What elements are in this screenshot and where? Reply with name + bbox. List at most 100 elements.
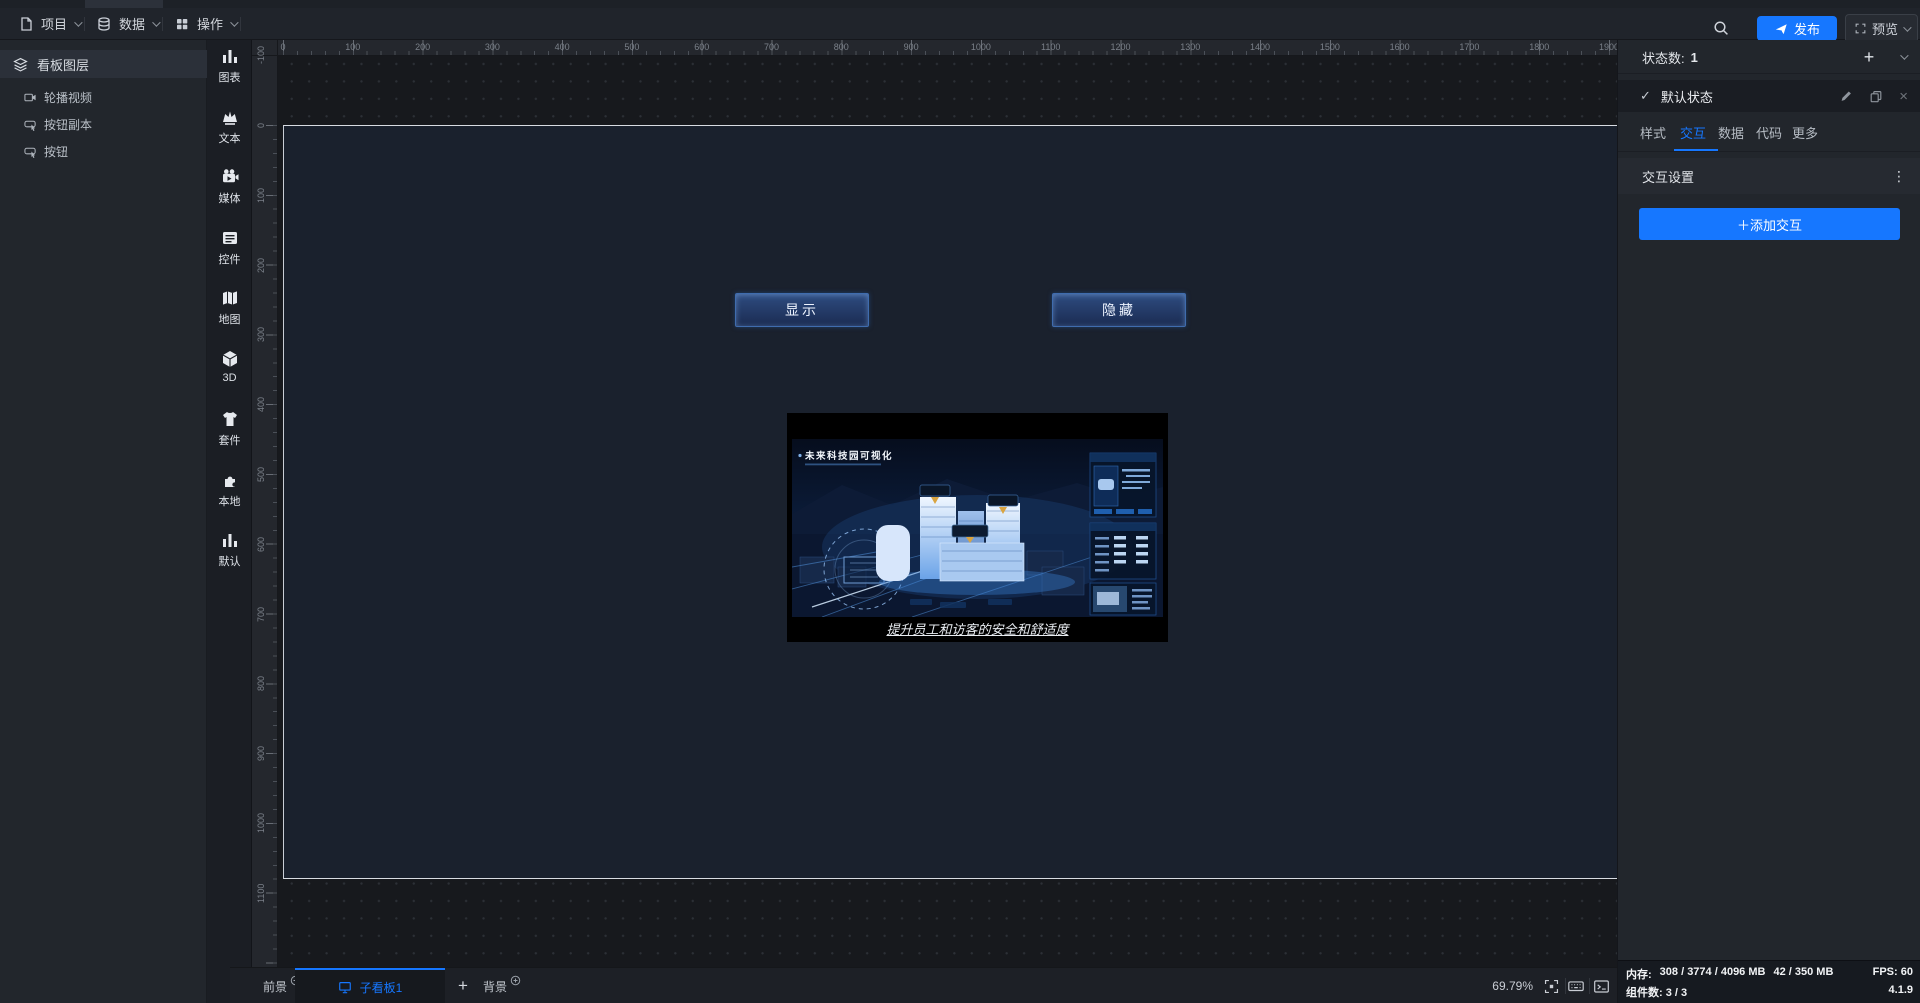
fit-view-icon <box>1543 978 1560 995</box>
ruler-label: 600 <box>694 42 709 52</box>
tab-style[interactable]: 样式 <box>1640 112 1666 152</box>
preview-button[interactable]: 预览 <box>1845 14 1918 43</box>
background-tab[interactable]: 背景 <box>483 968 521 1003</box>
horizontal-ruler: 0 100 200 300 400 500 600 700 800 900 10… <box>278 40 1617 56</box>
toolbar-item-local[interactable]: 本地 <box>207 470 252 516</box>
toolbar-item-label: 图表 <box>219 69 241 85</box>
ruler-label: 1300 <box>1180 42 1200 52</box>
toolbar-item-kits[interactable]: 套件 <box>207 409 252 455</box>
menu-project[interactable]: 项目 <box>18 8 80 39</box>
menu-divider <box>162 17 163 31</box>
copy-icon[interactable] <box>1869 89 1883 103</box>
video-caption[interactable]: 提升员工和访客的安全和舒适度 <box>787 619 1168 638</box>
menu-divider <box>240 17 241 31</box>
menu-actions-label: 操作 <box>197 14 223 33</box>
tab-interaction[interactable]: 交互 <box>1680 112 1706 152</box>
search-button[interactable] <box>1708 17 1734 39</box>
interaction-settings-header: 交互设置 <box>1618 158 1920 194</box>
active-tab-underline <box>1674 149 1718 151</box>
text-icon <box>220 107 240 127</box>
toolbar-item-widgets[interactable]: 控件 <box>207 228 252 274</box>
toolbar-item-charts[interactable]: 图表 <box>207 46 252 92</box>
toolbar-item-text[interactable]: 文本 <box>207 107 252 153</box>
widget-icon <box>220 228 240 248</box>
publish-label: 发布 <box>1794 19 1820 38</box>
ruler-label: 500 <box>254 454 268 494</box>
zoom-level[interactable]: 69.79% <box>1492 968 1533 1003</box>
menu-actions[interactable]: 操作 <box>174 8 236 39</box>
toolbar-item-3d[interactable]: 3D <box>207 349 252 395</box>
hide-button-component[interactable]: 隐藏 <box>1052 293 1186 327</box>
toolbar-item-map[interactable]: 地图 <box>207 288 252 334</box>
media-icon <box>220 167 240 187</box>
components-value: 3 / 3 <box>1666 987 1687 999</box>
circle-plus-icon[interactable] <box>510 975 521 986</box>
terminal-icon <box>1593 978 1610 995</box>
chevron-down-icon <box>74 18 82 26</box>
bottom-bar: 前景 子看板1 + 背景 69.79% <box>230 967 1617 1003</box>
subboard-tab-active[interactable]: 子看板1 <box>295 968 445 1003</box>
menu-data[interactable]: 数据 <box>96 8 158 39</box>
board-icon <box>338 980 352 994</box>
canvas-view[interactable]: 显示 隐藏 <box>278 56 1617 967</box>
layer-panel-header[interactable]: 看板图层 <box>0 50 207 78</box>
toolbar-item-media[interactable]: 媒体 <box>207 167 252 213</box>
ruler-label: 1000 <box>254 803 268 843</box>
layer-item-carousel-video[interactable]: 轮播视频 <box>0 84 207 111</box>
console-button[interactable] <box>1591 976 1611 996</box>
memory-label: 内存: <box>1626 966 1652 982</box>
tab-data[interactable]: 数据 <box>1718 112 1744 152</box>
ruler-label: 600 <box>254 524 268 564</box>
grid-icon <box>174 16 190 32</box>
tab-code[interactable]: 代码 <box>1756 112 1782 152</box>
components-label: 组件数: <box>1626 987 1663 999</box>
ruler-label: 900 <box>254 733 268 773</box>
ruler-label: 1200 <box>1110 42 1130 52</box>
ruler-label: 1500 <box>1320 42 1340 52</box>
show-button-component[interactable]: 显示 <box>735 293 869 327</box>
component-toolbar: 图表 文本 媒体 控件 地图 3D 套件 本地 <box>207 40 252 1003</box>
designer-app: 项目 数据 操作 发布 预览 <box>0 0 1920 1003</box>
memory-stats: 内存: 308 / 3774 / 4096 MB 42 / 350 MB <box>1626 966 1833 982</box>
tab-more[interactable]: 更多 <box>1792 112 1818 152</box>
version-label: 4.1.9 <box>1889 984 1913 996</box>
button-layer-icon <box>24 145 37 158</box>
close-icon[interactable]: × <box>1899 88 1908 105</box>
toolbar-item-label: 地图 <box>219 311 241 327</box>
layer-item-button-copy[interactable]: 按钮副本 <box>0 111 207 138</box>
plus-icon: + <box>1864 47 1875 68</box>
ruler-label: 0 <box>280 42 285 52</box>
settings-tabs: 样式 交互 数据 代码 更多 <box>1618 112 1920 152</box>
search-icon <box>1712 19 1730 37</box>
add-interaction-button[interactable]: ＋添加交互 <box>1639 208 1900 240</box>
status-footer: 内存: 308 / 3774 / 4096 MB 42 / 350 MB FPS… <box>1618 960 1920 1003</box>
ruler-label: 1900 <box>1599 42 1619 52</box>
menu-data-label: 数据 <box>119 14 145 33</box>
layer-item-button[interactable]: 按钮 <box>0 138 207 165</box>
design-surface[interactable]: 显示 隐藏 <box>283 125 1617 879</box>
bottom-bar-divider <box>1589 978 1590 994</box>
ruler-label: 700 <box>764 42 779 52</box>
carousel-video-component[interactable]: 未来科技园可视化 提升员工和访客的安全和舒适度 <box>787 413 1168 642</box>
chevron-down-icon <box>230 18 238 26</box>
file-icon <box>18 16 34 32</box>
shortcut-keys-button[interactable] <box>1566 976 1586 996</box>
toolbar-item-default[interactable]: 默认 <box>207 530 252 576</box>
layer-panel-title: 看板图层 <box>37 55 89 74</box>
ruler-label: 800 <box>254 663 268 703</box>
kit-icon <box>220 409 240 429</box>
layer-panel: 看板图层 轮播视频 按钮副本 按钮 <box>0 40 207 1003</box>
ruler-label: 500 <box>624 42 639 52</box>
edit-icon[interactable] <box>1839 89 1853 103</box>
add-state-button[interactable]: + <box>1858 46 1880 68</box>
kebab-glyph: ⋮ <box>1892 168 1906 185</box>
publish-button[interactable]: 发布 <box>1757 16 1837 41</box>
kebab-menu-icon[interactable]: ⋮ <box>1892 158 1906 194</box>
ruler-label: 400 <box>555 42 570 52</box>
keyboard-icon <box>1567 977 1585 995</box>
fullscreen-icon <box>1854 22 1867 35</box>
fit-view-button[interactable] <box>1541 976 1561 996</box>
layers-icon <box>12 56 29 73</box>
ruler-label: 1100 <box>254 873 268 913</box>
add-subboard-button[interactable]: + <box>448 968 478 1003</box>
